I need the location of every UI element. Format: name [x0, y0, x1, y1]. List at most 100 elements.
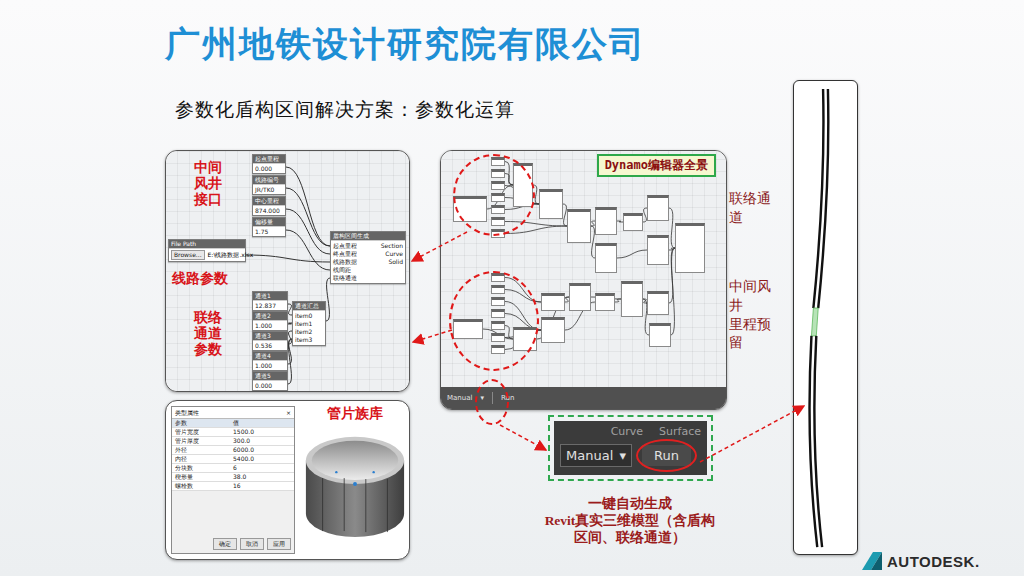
logo-area: AUTODESK. [858, 0, 1024, 576]
number-node[interactable]: 线路编号JR/TK0 [252, 175, 286, 195]
number-node[interactable]: 通道30.536 [252, 331, 288, 351]
table-header: 参数值 [172, 419, 294, 428]
file-path-node[interactable]: File PathBrowse...E:\线路数据.xlsx [168, 239, 246, 262]
graph-node[interactable] [541, 293, 565, 311]
input-port[interactable]: item2 [295, 328, 312, 336]
graph-node[interactable] [491, 193, 505, 202]
table-row[interactable]: 管片宽度1500.0 [172, 428, 294, 437]
graph-node[interactable] [539, 189, 563, 219]
autodesk-triangle-icon [862, 552, 882, 570]
editor-overview-label: Dynamo编辑器全景 [597, 154, 716, 177]
graph-node[interactable] [491, 345, 505, 354]
graph-node[interactable] [491, 229, 505, 238]
graph-node[interactable] [649, 323, 671, 347]
graph-node[interactable] [621, 281, 643, 317]
browse-button[interactable]: Browse... [171, 250, 205, 260]
type-properties-dialog: 类型属性×参数值管片宽度1500.0管片厚度300.0外径6000.0内径540… [171, 406, 295, 554]
dialog-button[interactable]: 取消 [240, 538, 264, 550]
generate-node[interactable]: 盾构区间生成起点里程终点里程线路数据线间距联络通道SectionCurveSol… [330, 231, 406, 284]
table-row[interactable]: 管片厚度300.0 [172, 437, 294, 446]
graph-node[interactable] [675, 223, 705, 273]
merge-node[interactable]: 通道汇总item0item1item2item3 [292, 301, 326, 346]
table-row[interactable]: 分块数6 [172, 464, 294, 473]
input-port[interactable]: 终点里程 [333, 250, 357, 258]
graph-node[interactable] [491, 217, 505, 226]
output-port[interactable]: Section [381, 242, 403, 250]
annotation-label: 中间风井接口 [194, 159, 222, 207]
run-button[interactable]: Run [642, 445, 691, 466]
side-labels: 联络通道中间风井里程预留 [727, 150, 790, 353]
graph-node[interactable] [541, 317, 565, 343]
graph-node[interactable] [513, 327, 537, 351]
input-port[interactable]: item3 [295, 336, 312, 344]
graph-node[interactable] [647, 235, 669, 265]
graph-node[interactable] [491, 309, 505, 318]
highlight-circle [636, 439, 697, 472]
input-port[interactable]: item1 [295, 320, 312, 328]
run-mode-dropdown[interactable]: Manual [447, 394, 472, 402]
segment-ring-icon [301, 423, 409, 541]
number-node[interactable]: 起点里程0.000 [252, 154, 286, 174]
annotation-label: 线路参数 [172, 270, 228, 286]
graph-node[interactable] [491, 321, 505, 330]
node-graph-canvas: Dynamo编辑器全景 [441, 151, 726, 387]
slide: 广州地铁设计研究院有限公司参数化盾构区间解决方案：参数化运算中间风井接口线路参数… [0, 0, 1024, 576]
zoom-controls: Manual▾ Run [560, 444, 701, 467]
slide-subtitle: 参数化盾构区间解决方案：参数化运算 [165, 96, 793, 122]
output-port[interactable]: Curve [385, 250, 403, 258]
number-node[interactable]: 中心里程874.000 [252, 196, 286, 216]
number-node[interactable]: 通道112.837 [252, 291, 288, 311]
graph-node[interactable] [595, 293, 615, 311]
input-port[interactable]: 起点里程 [333, 242, 357, 250]
dialog-button[interactable]: 确定 [213, 538, 237, 550]
graph-node[interactable] [491, 169, 505, 178]
graph-node[interactable] [647, 195, 669, 221]
table-row[interactable]: 螺栓数16 [172, 482, 294, 491]
graph-node[interactable] [595, 207, 617, 235]
number-node[interactable]: 通道21.000 [252, 311, 288, 331]
graph-node[interactable] [595, 243, 617, 273]
zoom-tab[interactable]: Surface [659, 425, 701, 438]
annotation-label: 联络通道参数 [194, 309, 222, 357]
graph-node[interactable] [491, 285, 505, 294]
table-row[interactable]: 内径5400.0 [172, 455, 294, 464]
dialog-button[interactable]: 应用 [267, 538, 291, 550]
input-port[interactable]: 线路数据 [333, 258, 357, 266]
graph-node[interactable] [491, 273, 505, 282]
number-node[interactable]: 通道41.000 [252, 351, 288, 371]
dropdown-arrow-icon[interactable]: ▾ [480, 394, 484, 402]
table-row[interactable]: 外径6000.0 [172, 446, 294, 455]
graph-node[interactable] [623, 213, 643, 231]
number-node[interactable]: 通道50.000 [252, 371, 288, 391]
parameter-graph-panel: 中间风井接口线路参数联络通道参数 起点里程0.000线路编号JR/TK0中心里程8… [165, 150, 410, 392]
bar-divider [492, 392, 493, 404]
graph-node[interactable] [491, 157, 505, 166]
graph-node[interactable] [491, 205, 505, 214]
center-column: Dynamo编辑器全景Manual▾RunCurveSurfaceManual▾… [440, 150, 727, 546]
graph-node[interactable] [453, 319, 483, 339]
table-row[interactable]: 楔形量38.0 [172, 473, 294, 482]
graph-node[interactable] [567, 209, 591, 243]
input-port[interactable]: 线间距 [333, 266, 351, 274]
graph-node[interactable] [453, 196, 487, 222]
run-button[interactable]: Run [501, 394, 514, 402]
segment-library-panel: 类型属性×参数值管片宽度1500.0管片厚度300.0外径6000.0内径540… [165, 400, 410, 560]
highlight-circle [475, 379, 509, 425]
output-port[interactable]: Solid [388, 258, 403, 266]
input-port[interactable]: item0 [295, 312, 312, 320]
close-icon[interactable]: × [286, 408, 291, 417]
graph-node[interactable] [647, 291, 669, 315]
input-port[interactable]: 联络通道 [333, 274, 357, 282]
graph-node[interactable] [491, 181, 505, 190]
graph-node[interactable] [491, 333, 505, 342]
content-row: 中间风井接口线路参数联络通道参数 起点里程0.000线路编号JR/TK0中心里程8… [165, 150, 793, 560]
graph-node[interactable] [491, 297, 505, 306]
run-bar: Manual ▾ Run [441, 387, 726, 409]
graph-node[interactable] [513, 163, 533, 207]
dialog-title: 类型属性× [172, 407, 294, 419]
run-mode-dropdown[interactable]: Manual▾ [560, 444, 632, 467]
autodesk-logo: AUTODESK. [862, 552, 980, 570]
number-node[interactable]: 偏移量1.75 [252, 217, 286, 237]
graph-node[interactable] [569, 283, 591, 311]
zoom-tab[interactable]: Curve [611, 425, 643, 438]
